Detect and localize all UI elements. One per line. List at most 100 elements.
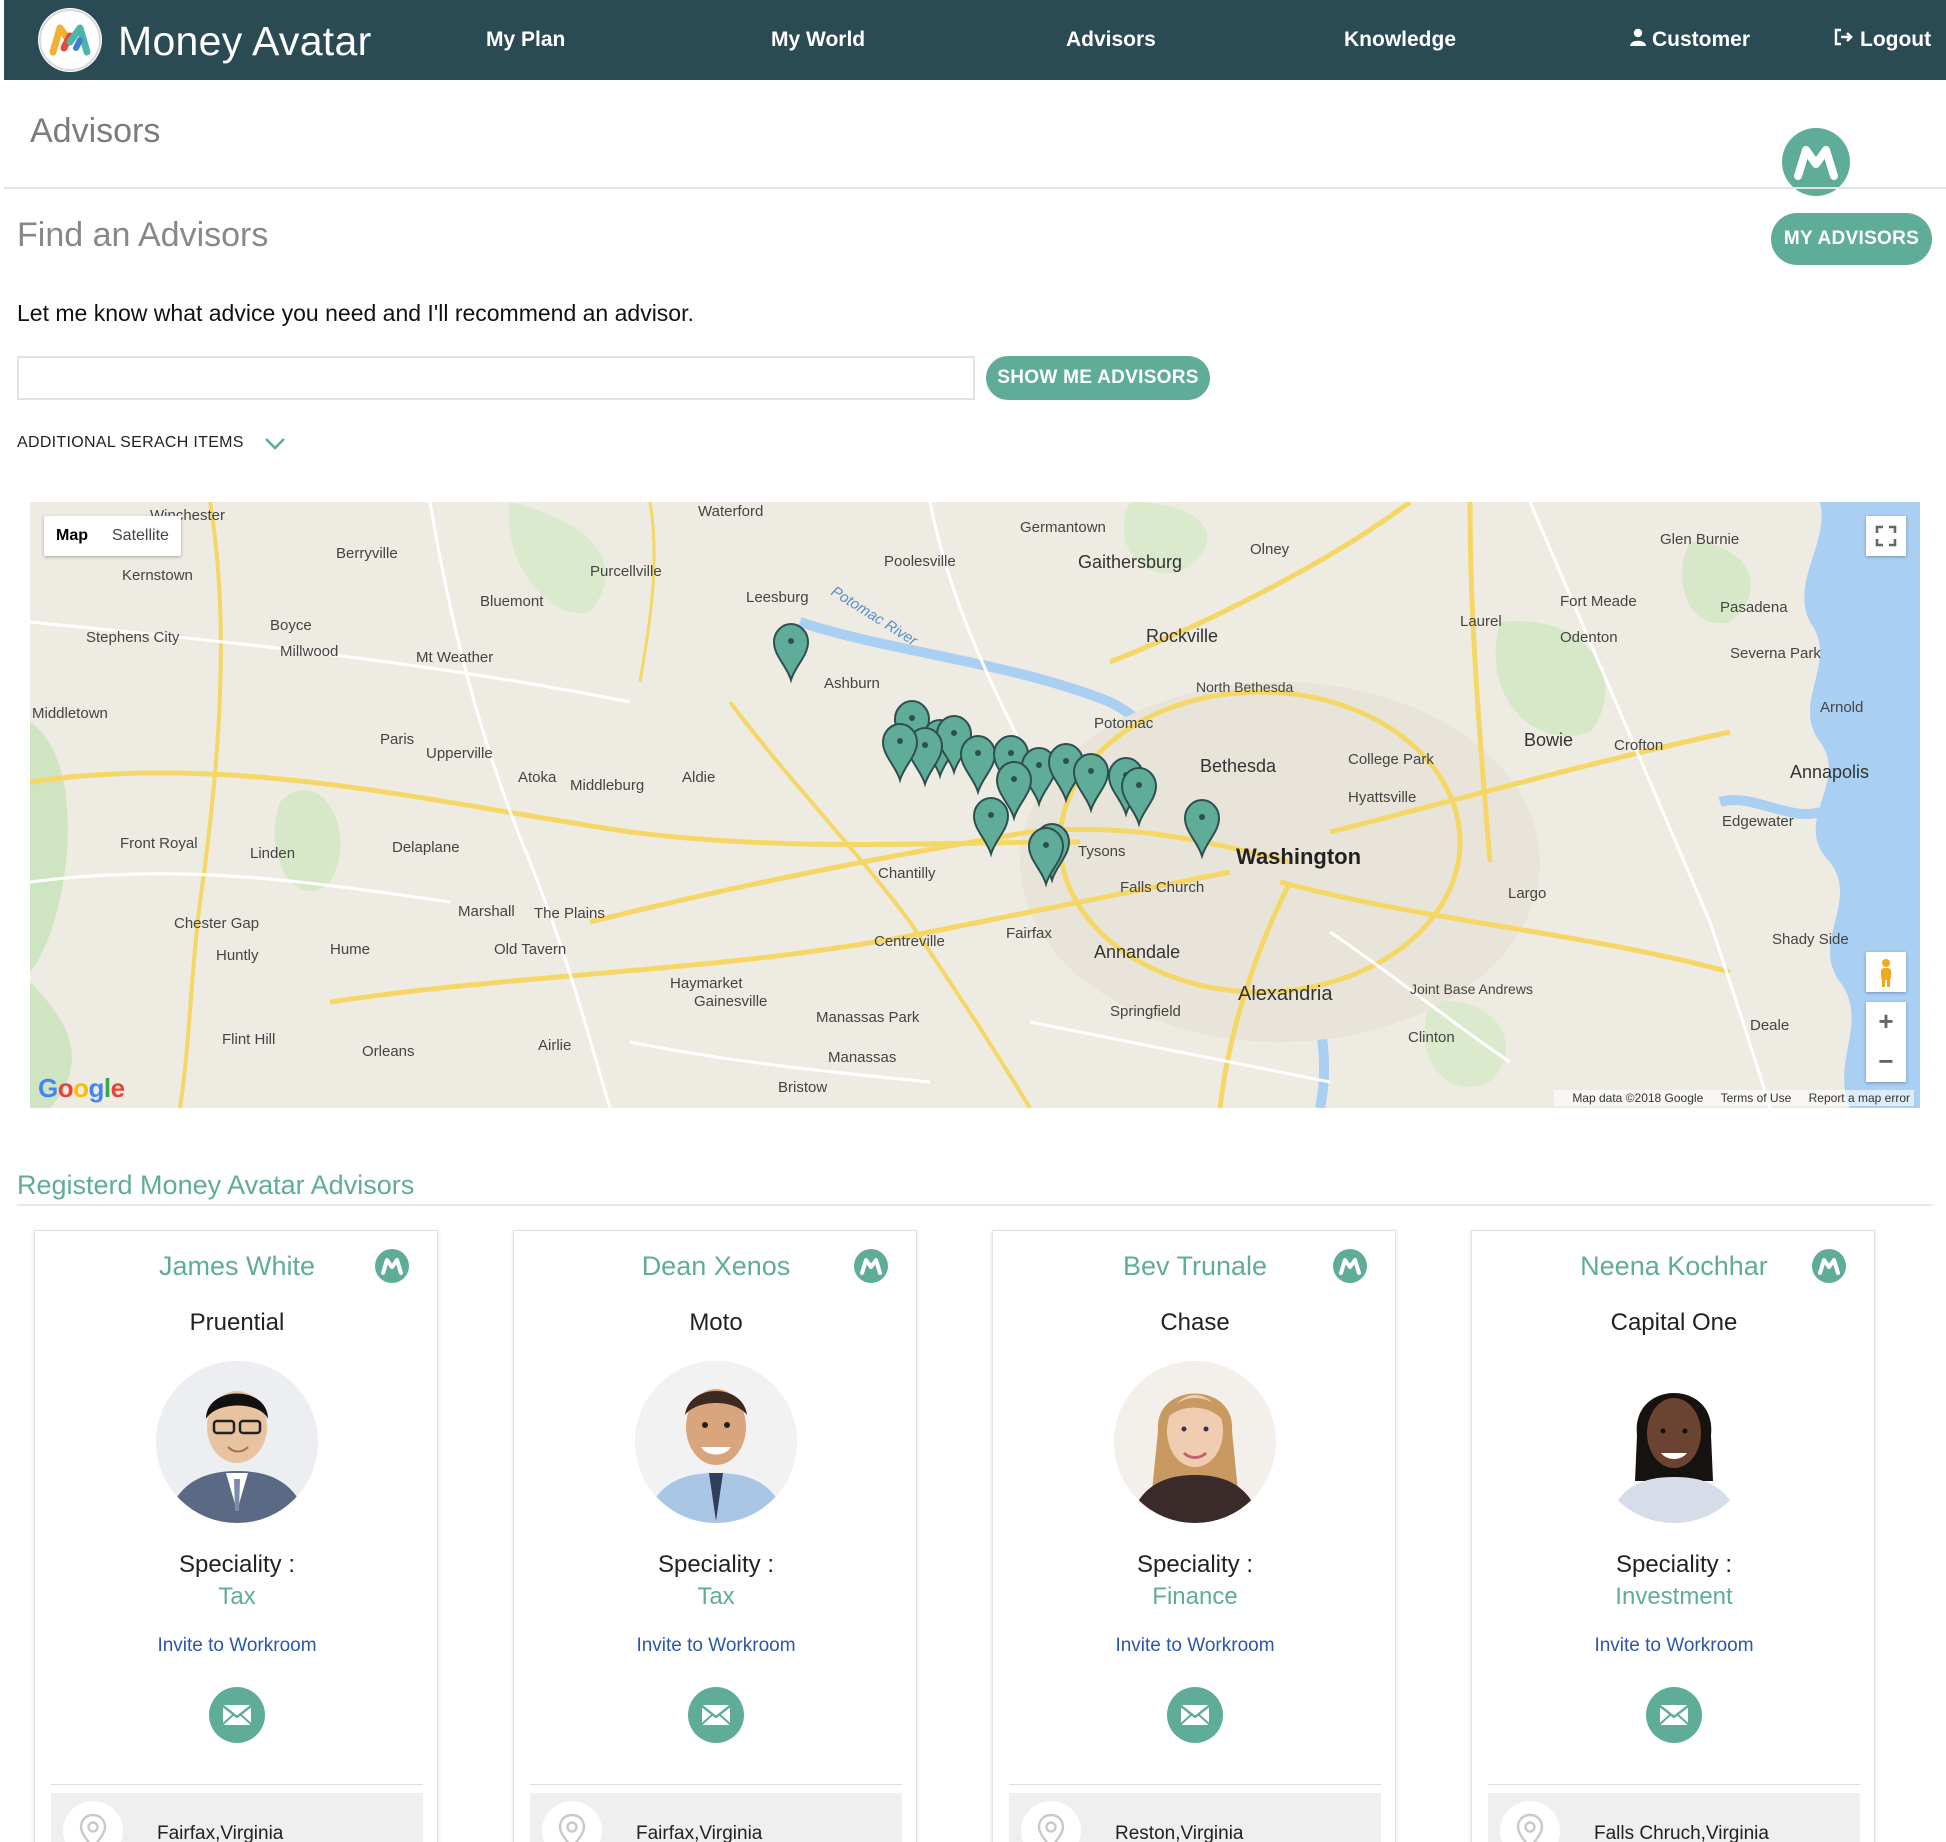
money-avatar-profile-icon[interactable] <box>1782 128 1850 196</box>
advisor-location: Fairfax,Virginia <box>636 1823 763 1842</box>
map-label: Kernstown <box>122 567 193 584</box>
top-navbar: Money Avatar My Plan My World Advisors K… <box>4 0 1946 80</box>
mail-icon[interactable] <box>1167 1687 1223 1743</box>
card-footer: Fairfax,Virginia <box>530 1793 902 1842</box>
map-label: Leesburg <box>746 589 809 606</box>
advisor-location: Fairfax,Virginia <box>157 1823 284 1842</box>
location-pin-icon <box>542 1801 602 1842</box>
card-divider <box>51 1784 423 1785</box>
invite-to-workroom-link[interactable]: Invite to Workroom <box>993 1635 1397 1657</box>
fullscreen-icon[interactable] <box>1866 516 1906 556</box>
map-label: Atoka <box>518 769 557 786</box>
card-footer: Falls Chruch,Virginia <box>1488 1793 1860 1842</box>
additional-search-items-toggle[interactable]: ADDITIONAL SERACH ITEMS <box>17 434 244 452</box>
report-map-error-link[interactable]: Report a map error <box>1809 1091 1910 1105</box>
nav-logout[interactable]: Logout <box>1834 28 1931 52</box>
brand-name[interactable]: Money Avatar <box>118 18 372 65</box>
advisor-photo[interactable] <box>156 1361 318 1523</box>
map-label: Millwood <box>280 643 338 660</box>
map-label: Largo <box>1508 885 1546 902</box>
map-label: Orleans <box>362 1043 415 1060</box>
map-label: Middleburg <box>570 777 644 794</box>
card-footer: Fairfax,Virginia <box>51 1793 423 1842</box>
map-label: Crofton <box>1614 737 1663 754</box>
map-label: Gainesville <box>694 993 767 1010</box>
speciality-label: Speciality : <box>178 1551 296 1578</box>
advisor-company: Moto <box>689 1309 743 1336</box>
speciality-label: Speciality : <box>1136 1551 1254 1578</box>
map-label: Washington <box>1236 844 1361 869</box>
map-label: Middletown <box>32 705 108 722</box>
advisor-photo[interactable] <box>1114 1361 1276 1523</box>
map-label: Annapolis <box>1790 762 1869 782</box>
invite-to-workroom-link[interactable]: Invite to Workroom <box>1472 1635 1876 1657</box>
money-avatar-badge-icon <box>854 1249 888 1283</box>
speciality-value: Finance <box>1152 1583 1238 1610</box>
advisor-location: Reston,Virginia <box>1115 1823 1244 1842</box>
map-label: Severna Park <box>1730 645 1821 662</box>
map-label: Shady Side <box>1772 931 1849 948</box>
map-label: Purcellville <box>590 563 662 580</box>
advice-search-input[interactable] <box>17 356 975 400</box>
nav-customer[interactable]: Customer <box>1630 28 1750 52</box>
map-label: Alexandria <box>1238 983 1333 1005</box>
map-data-credit: Map data ©2018 Google <box>1572 1091 1704 1105</box>
advisor-photo[interactable] <box>1593 1361 1755 1523</box>
map-label: Olney <box>1250 541 1290 558</box>
map-label: Chester Gap <box>174 915 259 932</box>
map-attribution: Map data ©2018 Google Terms of Use Repor… <box>1554 1090 1914 1106</box>
speciality-label: Speciality : <box>1615 1551 1733 1578</box>
registered-advisors-title: Registerd Money Avatar Advisors <box>17 1170 415 1200</box>
nav-my-world[interactable]: My World <box>771 28 865 52</box>
zoom-in-button[interactable]: + <box>1866 1002 1906 1042</box>
zoom-out-button[interactable]: − <box>1866 1042 1906 1082</box>
map-label: Arnold <box>1820 699 1863 716</box>
my-advisors-button[interactable]: MY ADVISORS <box>1771 213 1932 265</box>
advisor-company: Chase <box>1160 1309 1230 1336</box>
map-label: Edgewater <box>1722 813 1794 830</box>
advisor-card: Dean Xenos Moto Speciality : Tax Invite to W… <box>513 1230 917 1842</box>
advisor-map[interactable]: Winchester Waterford Germantown Olney Gl… <box>30 502 1920 1108</box>
mail-icon[interactable] <box>688 1687 744 1743</box>
map-label: Front Royal <box>120 835 198 852</box>
nav-my-plan[interactable]: My Plan <box>486 28 565 52</box>
pegman-icon[interactable] <box>1866 952 1906 992</box>
location-pin-icon <box>63 1801 123 1842</box>
money-avatar-logo-icon[interactable] <box>38 8 102 72</box>
search-prompt: Let me know what advice you need and I'l… <box>17 300 694 326</box>
map-label: Flint Hill <box>222 1031 275 1048</box>
map-label: Airlie <box>538 1037 571 1054</box>
mail-icon[interactable] <box>209 1687 265 1743</box>
map-type-satellite[interactable]: Satellite <box>100 516 181 556</box>
invite-to-workroom-link[interactable]: Invite to Workroom <box>35 1635 439 1657</box>
nav-advisors[interactable]: Advisors <box>1066 28 1156 52</box>
advisor-photo[interactable] <box>635 1361 797 1523</box>
logout-icon <box>1834 28 1854 52</box>
advisor-company: Capital One <box>1610 1309 1738 1336</box>
map-label: Springfield <box>1110 1003 1181 1020</box>
map-label: The Plains <box>534 905 605 922</box>
terms-of-use-link[interactable]: Terms of Use <box>1721 1091 1792 1105</box>
map-label: Waterford <box>698 503 763 520</box>
advisor-location: Falls Chruch,Virginia <box>1594 1823 1769 1842</box>
mail-icon[interactable] <box>1646 1687 1702 1743</box>
map-label: Glen Burnie <box>1660 531 1739 548</box>
map-label: Deale <box>1750 1017 1789 1034</box>
map-label: Rockville <box>1146 626 1218 646</box>
money-avatar-badge-icon <box>1812 1249 1846 1283</box>
map-label: Falls Church <box>1120 879 1204 896</box>
map-label: Odenton <box>1560 629 1618 646</box>
map-label: Manassas Park <box>816 1009 920 1026</box>
user-icon <box>1630 28 1646 52</box>
invite-to-workroom-link[interactable]: Invite to Workroom <box>514 1635 918 1657</box>
show-me-advisors-button[interactable]: SHOW ME ADVISORS <box>986 356 1210 400</box>
chevron-down-icon[interactable] <box>264 434 286 452</box>
money-avatar-badge-icon <box>1333 1249 1367 1283</box>
map-label: Linden <box>250 845 295 862</box>
nav-knowledge[interactable]: Knowledge <box>1344 28 1456 52</box>
advisor-card: James White Pruential Speciality : Tax Invit… <box>34 1230 438 1842</box>
map-type-map[interactable]: Map <box>44 516 100 556</box>
map-label: Poolesville <box>884 553 956 570</box>
map-canvas[interactable]: Winchester Waterford Germantown Olney Gl… <box>30 502 1920 1108</box>
map-label: Potomac <box>1094 715 1154 732</box>
